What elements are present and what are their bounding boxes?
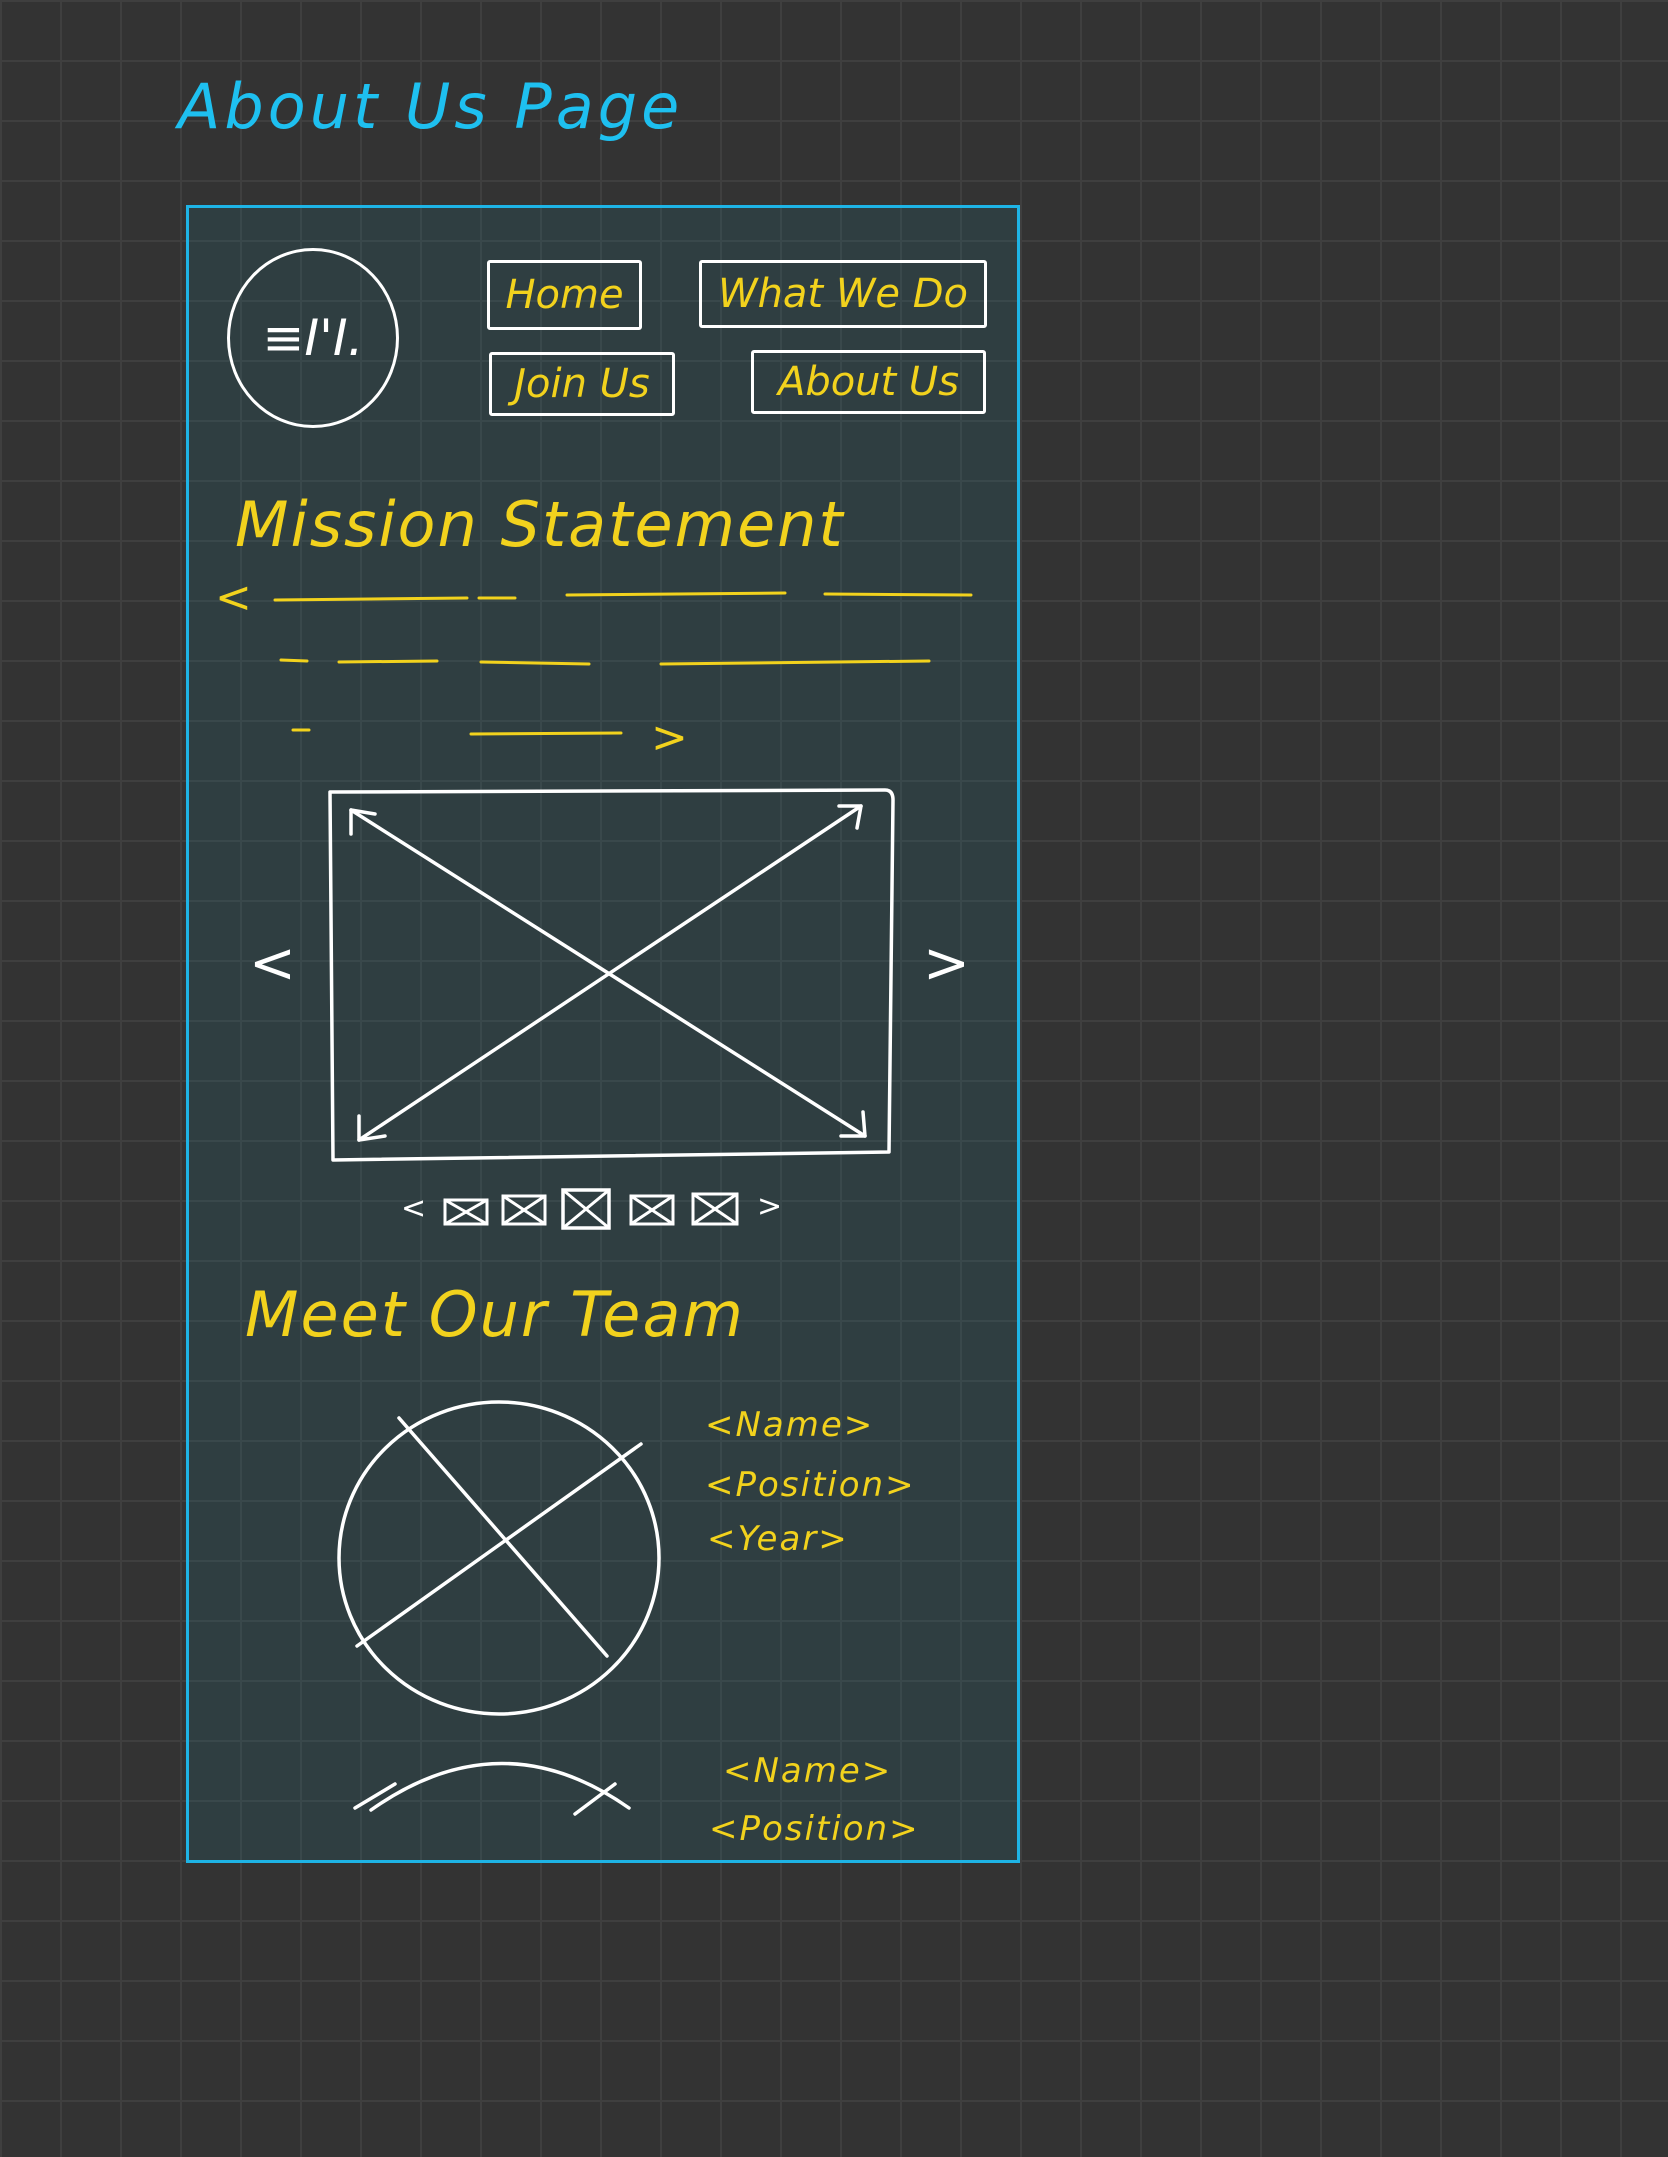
team-avatars xyxy=(337,1400,661,1816)
mobile-wireframe-frame: ≡I'I. Home What We Do Join Us About Us M… xyxy=(186,205,1020,1863)
team-member-2-avatar-placeholder xyxy=(353,1761,631,1816)
team-member-1-avatar-placeholder xyxy=(337,1400,661,1716)
team-member-1-year: <Year> xyxy=(707,1519,849,1559)
team-member-2-position: <Position> xyxy=(709,1809,920,1849)
team-member-2-name: <Name> xyxy=(723,1751,893,1791)
team-member-1-name: <Name> xyxy=(705,1405,875,1445)
page-title: About Us Page xyxy=(178,70,684,143)
team-member-1-position: <Position> xyxy=(705,1465,916,1505)
